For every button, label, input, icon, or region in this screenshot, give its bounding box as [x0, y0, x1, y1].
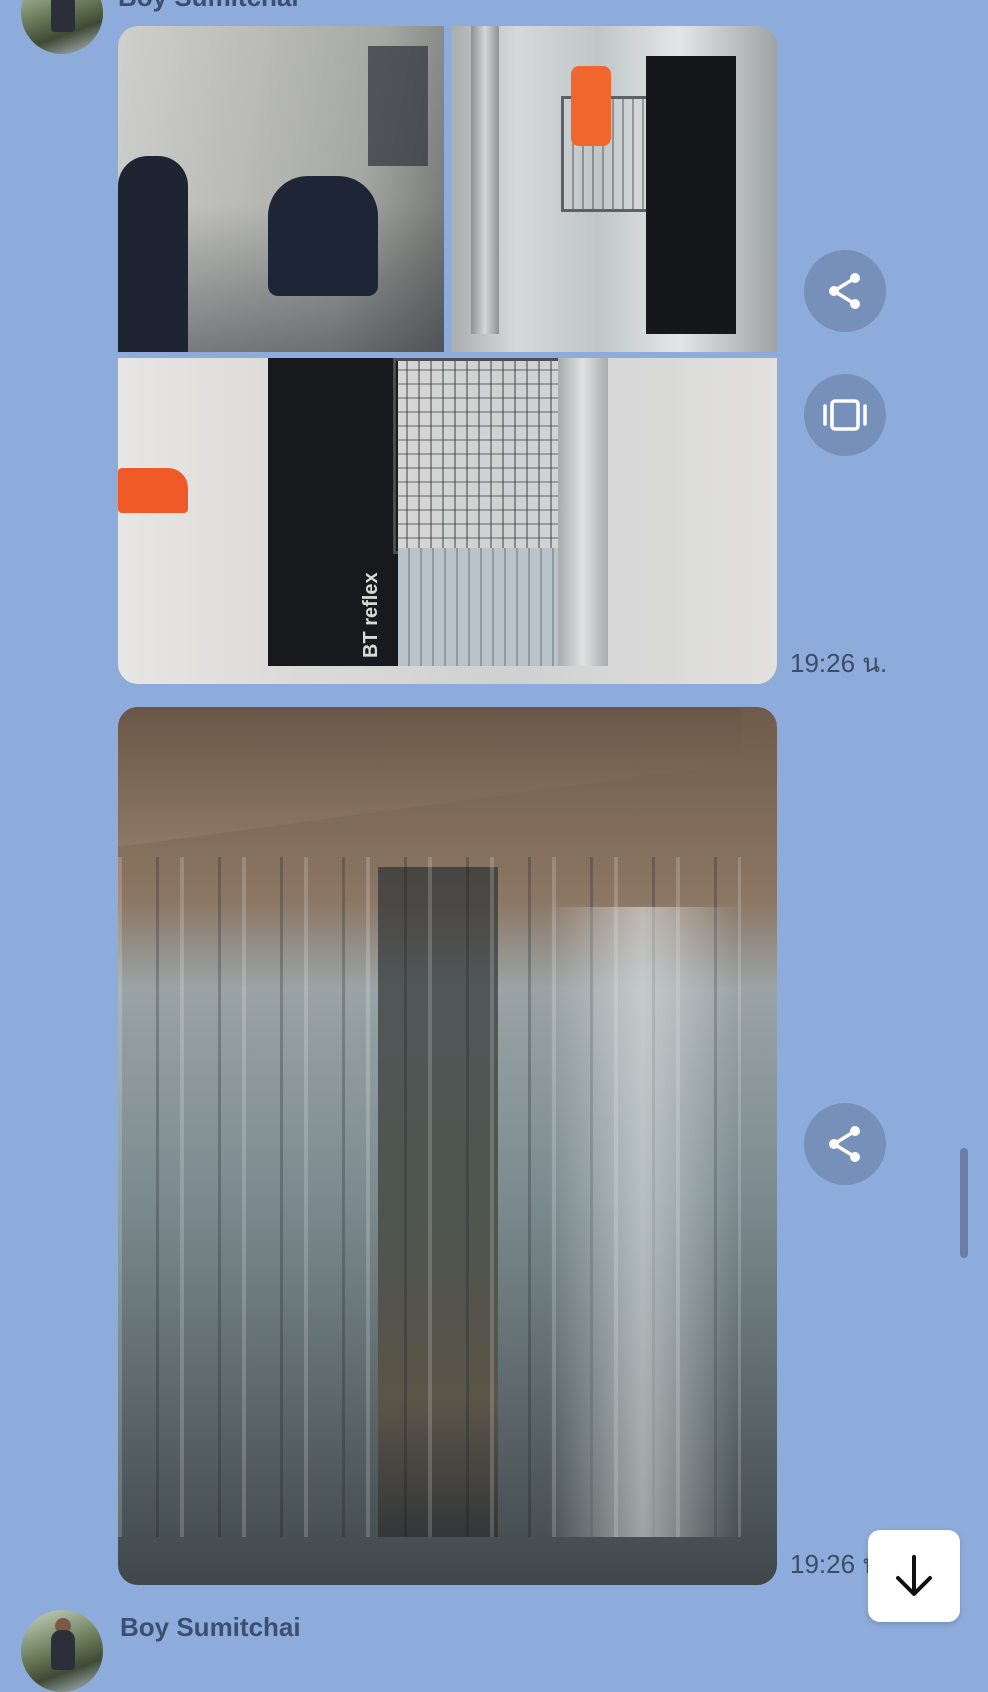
sender-name-bottom: Boy Sumitchai: [120, 1612, 301, 1642]
scroll-down-button[interactable]: [868, 1530, 960, 1622]
share-button-2[interactable]: [804, 1103, 886, 1185]
share-icon: [829, 1126, 860, 1162]
scrollbar-thumb[interactable]: [960, 1148, 968, 1258]
sender-avatar-bottom[interactable]: [21, 1610, 103, 1692]
photo-strip-curtain[interactable]: [118, 707, 777, 1585]
photo-forklift-cage[interactable]: [451, 26, 777, 352]
share-button-1[interactable]: [804, 250, 886, 332]
message-time-1: 19:26 น.: [790, 648, 888, 678]
gallery-button[interactable]: [804, 374, 886, 456]
gallery-icon: [823, 399, 867, 431]
sender-avatar-top[interactable]: [21, 0, 103, 54]
sender-name-top: Boy Sumitchai: [118, 0, 299, 13]
share-icon: [829, 273, 860, 309]
photo-workers-floor[interactable]: [118, 26, 444, 352]
photo-forklift-closeup[interactable]: BT reflex: [118, 358, 777, 684]
arrow-down-icon: [896, 1555, 932, 1596]
photo-label: BT reflex: [360, 572, 382, 658]
